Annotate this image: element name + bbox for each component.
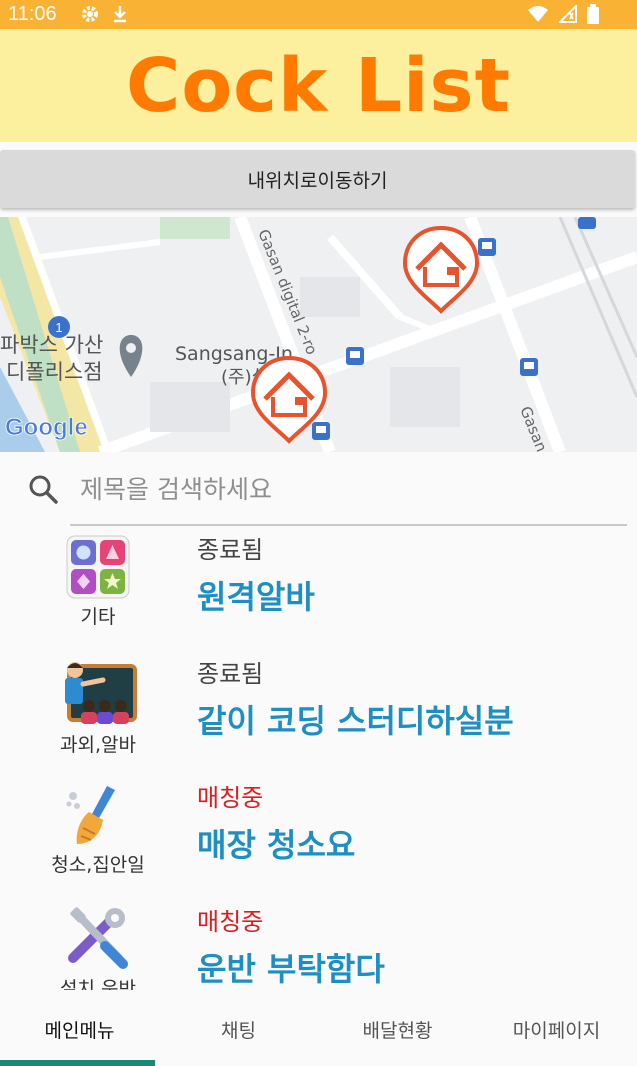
shapes-icon	[66, 535, 130, 599]
status-bar: 11:06	[0, 0, 637, 29]
status-text: 매칭중	[197, 908, 264, 936]
tab-main-menu[interactable]: 메인메뉴	[0, 1016, 159, 1043]
battery-icon	[587, 4, 599, 24]
search-icon	[29, 475, 58, 504]
list-item[interactable]: 청소,집안일 매칭중 매장 청소요	[0, 776, 637, 900]
locate-me-button[interactable]: 내위치로이동하기	[0, 150, 635, 208]
tab-delivery-status[interactable]: 배달현황	[318, 1016, 477, 1043]
list-item[interactable]: 설치,운반 매칭중 운반 부탁함다	[0, 900, 637, 990]
bus-stop-icon	[520, 358, 538, 376]
post-title[interactable]: 매장 청소요	[197, 820, 355, 866]
category-badge: 청소,집안일	[28, 776, 168, 877]
list-item[interactable]: 과외,알바 종료됨 같이 코딩 스터디하실분	[0, 652, 637, 776]
map-label-poi-left-1: 파박스 가산	[0, 333, 103, 357]
post-list[interactable]: 기타 종료됨 원격알바 과외,알바 종료됨 같이 코딩 스터디하실분 청소,집안…	[0, 528, 637, 990]
broom-icon	[66, 786, 115, 844]
map-canvas: 1 파박스 가산 디폴리스점 Sangsang-In (주)실 Gasan di…	[0, 217, 637, 452]
bus-stop-icon	[478, 238, 496, 256]
category-label: 과외,알바	[60, 734, 136, 756]
tab-chat[interactable]: 채팅	[159, 1016, 318, 1043]
list-item[interactable]: 기타 종료됨 원격알바	[0, 528, 637, 652]
status-text: 매칭중	[197, 784, 264, 812]
bottom-nav: 메인메뉴 채팅 배달현황 마이페이지	[0, 992, 637, 1066]
search-underline	[70, 524, 627, 526]
category-label: 설치,운반	[60, 978, 136, 990]
search-input[interactable]	[80, 466, 620, 512]
signal-icon	[559, 5, 577, 23]
post-title[interactable]: 원격알바	[197, 572, 315, 618]
category-label: 청소,집안일	[51, 854, 145, 876]
poi-pin-icon	[119, 335, 143, 377]
bus-stop-icon	[346, 347, 364, 365]
google-logo: Google	[5, 414, 88, 441]
post-title[interactable]: 같이 코딩 스터디하실분	[197, 696, 514, 742]
category-label: 기타	[80, 606, 116, 628]
wifi-icon	[528, 6, 548, 22]
bus-stop-icon	[312, 422, 330, 440]
download-icon	[114, 6, 126, 23]
active-tab-indicator	[0, 1060, 155, 1066]
map-label-poi-left-2: 디폴리스점	[6, 360, 103, 384]
map-view[interactable]: 1 파박스 가산 디폴리스점 Sangsang-In (주)실 Gasan di…	[0, 217, 637, 452]
bus-stop-icon	[578, 217, 596, 229]
category-badge: 기타	[28, 528, 168, 629]
post-title[interactable]: 운반 부탁함다	[197, 944, 385, 990]
app-header: Cock List	[0, 29, 637, 142]
teacher-icon	[65, 662, 137, 724]
search-bar	[0, 452, 637, 524]
tools-icon	[68, 907, 128, 969]
status-text: 종료됨	[197, 536, 264, 564]
gear-icon	[82, 6, 98, 22]
app-title: Cock List	[126, 42, 511, 129]
status-time: 11:06	[8, 3, 57, 25]
home-marker-icon[interactable]	[402, 225, 480, 314]
tab-my-page[interactable]: 마이페이지	[477, 1016, 636, 1043]
status-text: 종료됨	[197, 660, 264, 688]
category-badge: 과외,알바	[28, 652, 168, 757]
category-badge: 설치,운반	[28, 900, 168, 990]
